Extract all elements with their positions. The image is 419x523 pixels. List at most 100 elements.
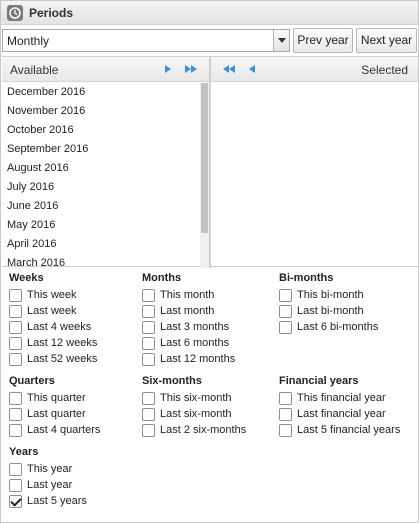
option-label: This quarter [27, 392, 86, 404]
list-item[interactable]: December 2016 [2, 83, 209, 102]
checkbox[interactable] [9, 353, 22, 366]
option-label: Last 5 financial years [297, 424, 401, 436]
checkbox[interactable] [9, 337, 22, 350]
checkbox[interactable] [142, 353, 155, 366]
list-item[interactable]: May 2016 [2, 216, 209, 235]
option-last-quarter[interactable]: Last quarter [9, 407, 86, 423]
option-last-4-quarters[interactable]: Last 4 quarters [9, 423, 100, 439]
option-this-financial-year[interactable]: This financial year [279, 391, 386, 407]
option-label: Last 12 months [160, 353, 236, 365]
option-last-week[interactable]: Last week [9, 304, 77, 320]
option-label: Last quarter [27, 408, 86, 420]
option-label: This six-month [160, 392, 232, 404]
option-last-financial-year[interactable]: Last financial year [279, 407, 386, 423]
option-last-5-years[interactable]: Last 5 years [9, 494, 87, 510]
checkbox[interactable] [142, 408, 155, 421]
option-last-sixmonth[interactable]: Last six-month [142, 407, 232, 423]
checkbox[interactable] [9, 463, 22, 476]
checkbox[interactable] [9, 321, 22, 334]
group-weeks: Weeks This week Last week Last 4 weeks L… [9, 272, 97, 368]
checkbox[interactable] [142, 321, 155, 334]
group-title: Months [142, 272, 182, 284]
option-last-5-financial-years[interactable]: Last 5 financial years [279, 423, 400, 439]
list-item[interactable]: March 2016 [2, 254, 209, 268]
available-scrollbar[interactable] [200, 83, 209, 268]
option-last-52-weeks[interactable]: Last 52 weeks [9, 352, 97, 368]
option-last-month[interactable]: Last month [142, 304, 214, 320]
group-title: Quarters [9, 375, 55, 387]
next-year-button[interactable]: Next year [356, 28, 417, 53]
list-divider [209, 57, 211, 268]
option-label: This week [27, 289, 77, 301]
list-item[interactable]: September 2016 [2, 140, 209, 159]
option-label: Last month [160, 305, 215, 317]
checkbox[interactable] [9, 289, 22, 302]
option-label: Last 4 weeks [27, 321, 92, 333]
checkbox[interactable] [279, 424, 292, 437]
list-item[interactable]: November 2016 [2, 102, 209, 121]
checkbox[interactable] [279, 305, 292, 318]
option-last-year[interactable]: Last year [9, 478, 72, 494]
checkbox[interactable] [9, 305, 22, 318]
group-sixmonths: Six-months This six-month Last six-month… [142, 375, 246, 439]
period-type-select[interactable]: Monthly [2, 29, 290, 52]
list-item[interactable]: June 2016 [2, 197, 209, 216]
option-label: This year [27, 463, 73, 475]
group-quarters: Quarters This quarter Last quarter Last … [9, 375, 100, 439]
list-item[interactable]: July 2016 [2, 178, 209, 197]
checkbox[interactable] [279, 289, 292, 302]
available-list[interactable]: December 2016 November 2016 October 2016… [2, 83, 209, 268]
checkbox[interactable] [279, 392, 292, 405]
checkbox[interactable] [9, 408, 22, 421]
option-last-12-months[interactable]: Last 12 months [142, 352, 235, 368]
prev-year-button[interactable]: Prev year [293, 28, 353, 53]
option-last-6-bimonths[interactable]: Last 6 bi-months [279, 320, 378, 336]
option-this-sixmonth[interactable]: This six-month [142, 391, 232, 407]
option-label: This financial year [297, 392, 386, 404]
checkbox[interactable] [9, 479, 22, 492]
option-this-week[interactable]: This week [9, 288, 77, 304]
group-title: Six-months [142, 375, 202, 387]
checkbox[interactable] [142, 337, 155, 350]
scrollbar-thumb[interactable] [201, 83, 208, 233]
option-last-2-sixmonths[interactable]: Last 2 six-months [142, 423, 246, 439]
checkbox[interactable] [142, 424, 155, 437]
option-label: Last week [27, 305, 77, 317]
option-this-month[interactable]: This month [142, 288, 214, 304]
option-last-3-months[interactable]: Last 3 months [142, 320, 229, 336]
group-title: Financial years [279, 375, 359, 387]
option-label: Last financial year [297, 408, 386, 420]
option-this-bimonth[interactable]: This bi-month [279, 288, 364, 304]
checkbox[interactable] [142, 392, 155, 405]
checkbox[interactable] [142, 289, 155, 302]
option-last-6-months[interactable]: Last 6 months [142, 336, 229, 352]
clock-icon [7, 5, 23, 21]
available-header: Available [2, 57, 209, 82]
checkbox[interactable] [9, 495, 22, 508]
select-all-icon[interactable] [185, 65, 199, 73]
chevron-down-icon[interactable] [273, 30, 289, 51]
list-item[interactable]: August 2016 [2, 159, 209, 178]
option-label: Last 6 bi-months [297, 321, 379, 333]
select-one-icon[interactable] [165, 65, 171, 73]
available-label: Available [10, 63, 59, 77]
option-label: Last 2 six-months [160, 424, 247, 436]
option-last-4-weeks[interactable]: Last 4 weeks [9, 320, 91, 336]
checkbox[interactable] [279, 321, 292, 334]
option-label: Last six-month [160, 408, 232, 420]
title-bar: Periods [1, 1, 418, 25]
checkbox[interactable] [142, 305, 155, 318]
option-last-bimonth[interactable]: Last bi-month [279, 304, 364, 320]
checkbox[interactable] [9, 424, 22, 437]
deselect-all-icon[interactable] [223, 65, 237, 73]
checkbox[interactable] [279, 408, 292, 421]
option-this-year[interactable]: This year [9, 462, 72, 478]
deselect-one-icon[interactable] [249, 65, 255, 73]
periods-panel: Periods Monthly Prev year Next year Avai… [0, 0, 419, 523]
checkbox[interactable] [9, 392, 22, 405]
list-item[interactable]: October 2016 [2, 121, 209, 140]
panel-title: Periods [29, 6, 74, 20]
list-item[interactable]: April 2016 [2, 235, 209, 254]
option-last-12-weeks[interactable]: Last 12 weeks [9, 336, 97, 352]
option-this-quarter[interactable]: This quarter [9, 391, 86, 407]
